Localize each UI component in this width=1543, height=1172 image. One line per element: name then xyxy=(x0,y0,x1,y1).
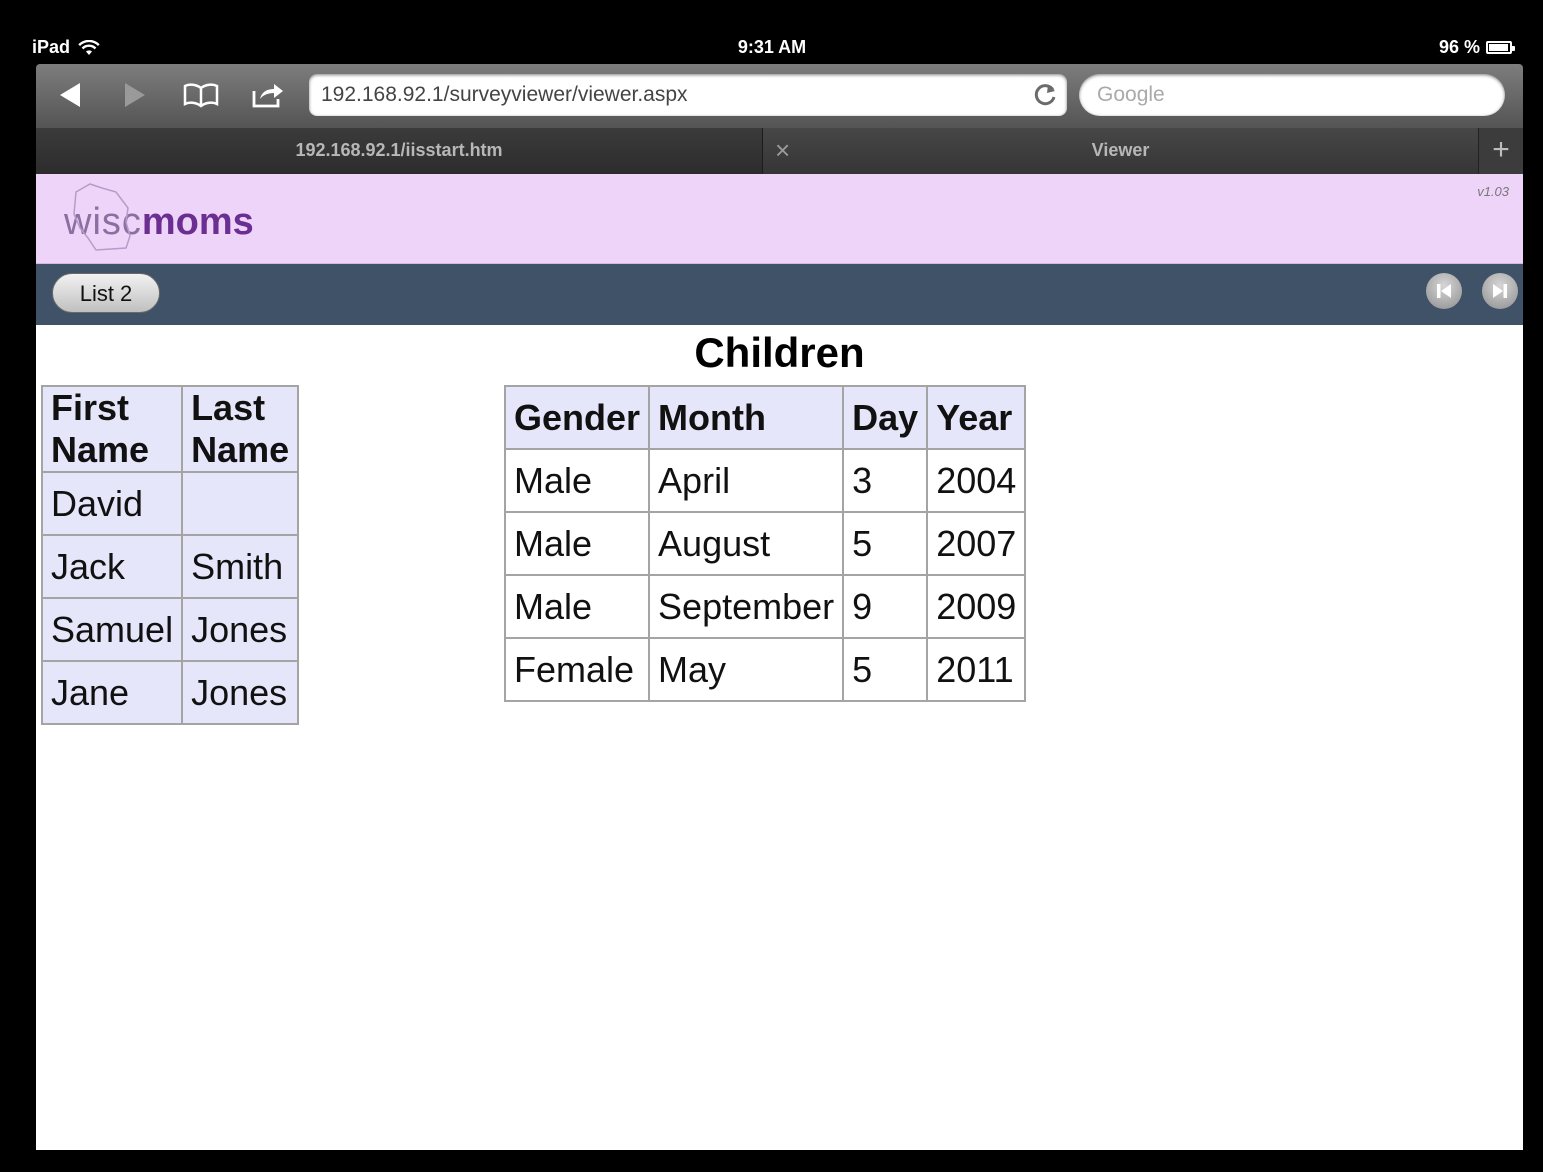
site-header: wisc moms v1.03 xyxy=(36,174,1523,264)
page-title: Children xyxy=(694,329,865,376)
back-button[interactable] xyxy=(50,78,90,112)
wiscmoms-logo[interactable]: wisc moms xyxy=(64,182,254,262)
url-text: 192.168.92.1/surveyviewer/viewer.aspx xyxy=(321,83,688,106)
forward-arrow-icon xyxy=(125,83,145,107)
share-button[interactable] xyxy=(248,78,288,112)
table-row[interactable]: Jane Jones xyxy=(40,660,300,725)
table-row[interactable]: Male August 5 2007 xyxy=(503,511,1027,576)
table-row[interactable]: Samuel Jones xyxy=(40,597,300,662)
cell-month: May xyxy=(648,637,845,702)
new-tab-button[interactable]: + xyxy=(1478,128,1523,174)
cell-last-name: Smith xyxy=(181,534,300,599)
share-icon xyxy=(252,84,283,108)
clock: 9:31 AM xyxy=(737,37,807,57)
cell-gender: Male xyxy=(503,574,651,639)
list-2-button[interactable]: List 2 xyxy=(52,273,160,313)
names-table: First Name Last Name David Jack Smith Sam… xyxy=(40,385,300,725)
cell-first-name: Jack xyxy=(40,534,184,599)
table-row[interactable]: Male September 9 2009 xyxy=(503,574,1027,639)
header-row: First Name Last Name xyxy=(40,385,300,473)
battery-percentage: 96 % xyxy=(1438,37,1480,57)
table-row[interactable]: David xyxy=(40,471,300,536)
cell-gender: Female xyxy=(503,637,651,702)
skip-back-icon xyxy=(1437,284,1451,298)
status-bar: iPad 9:31 AM 96 % xyxy=(28,30,1516,64)
cell-gender: Male xyxy=(503,448,651,513)
tab-label: Viewer xyxy=(1091,140,1150,160)
address-bar[interactable]: 192.168.92.1/surveyviewer/viewer.aspx xyxy=(309,74,1067,116)
web-page: wisc moms v1.03 List 2 Children First Nam… xyxy=(36,174,1523,1150)
cell-last-name: Jones xyxy=(181,660,300,725)
wisconsin-map-icon xyxy=(73,183,131,251)
column-header-month: Month xyxy=(648,385,845,450)
column-header-last-name: Last Name xyxy=(181,385,300,473)
cell-month: April xyxy=(648,448,845,513)
tab-label: 192.168.92.1/iisstart.htm xyxy=(295,140,503,160)
search-placeholder: Google xyxy=(1097,83,1165,106)
browser-toolbar: 192.168.92.1/surveyviewer/viewer.aspx Go… xyxy=(36,64,1523,128)
reload-icon[interactable] xyxy=(1033,82,1059,108)
tab-viewer[interactable]: × Viewer xyxy=(763,128,1478,174)
cell-year: 2011 xyxy=(926,637,1027,702)
close-tab-icon[interactable]: × xyxy=(775,128,790,172)
cell-day: 3 xyxy=(842,448,929,513)
first-record-button[interactable] xyxy=(1426,273,1462,309)
last-record-button[interactable] xyxy=(1482,273,1518,309)
tab-iisstart[interactable]: 192.168.92.1/iisstart.htm xyxy=(36,128,763,174)
battery-icon xyxy=(1486,41,1515,54)
version-label: v1.03 xyxy=(1477,184,1509,199)
back-arrow-icon xyxy=(60,83,80,107)
cell-year: 2007 xyxy=(926,511,1027,576)
cell-year: 2009 xyxy=(926,574,1027,639)
cell-year: 2004 xyxy=(926,448,1027,513)
cell-month: August xyxy=(648,511,845,576)
cell-day: 5 xyxy=(842,511,929,576)
column-header-year: Year xyxy=(926,385,1027,450)
cell-first-name: Samuel xyxy=(40,597,184,662)
table-row[interactable]: Male April 3 2004 xyxy=(503,448,1027,513)
cell-last-name xyxy=(181,471,300,536)
skip-forward-icon xyxy=(1493,284,1507,298)
nav-bar: List 2 xyxy=(36,264,1523,325)
table-row[interactable]: Female May 5 2011 xyxy=(503,637,1027,702)
cell-first-name: David xyxy=(40,471,184,536)
logo-moms-text: moms xyxy=(141,200,254,243)
column-header-day: Day xyxy=(842,385,929,450)
cell-last-name: Jones xyxy=(181,597,300,662)
header-row: Gender Month Day Year xyxy=(503,385,1027,450)
book-icon xyxy=(183,83,219,108)
cell-day: 5 xyxy=(842,637,929,702)
cell-first-name: Jane xyxy=(40,660,184,725)
search-input[interactable]: Google xyxy=(1079,74,1505,116)
column-header-gender: Gender xyxy=(503,385,651,450)
cell-gender: Male xyxy=(503,511,651,576)
details-table: Gender Month Day Year Male April 3 2004 Mal… xyxy=(503,385,1027,702)
cell-month: September xyxy=(648,574,845,639)
tab-bar: 192.168.92.1/iisstart.htm × Viewer + xyxy=(36,128,1523,174)
forward-button[interactable] xyxy=(115,78,155,112)
column-header-first-name: First Name xyxy=(40,385,184,473)
cell-day: 9 xyxy=(842,574,929,639)
bookmarks-button[interactable] xyxy=(181,78,221,112)
table-row[interactable]: Jack Smith xyxy=(40,534,300,599)
